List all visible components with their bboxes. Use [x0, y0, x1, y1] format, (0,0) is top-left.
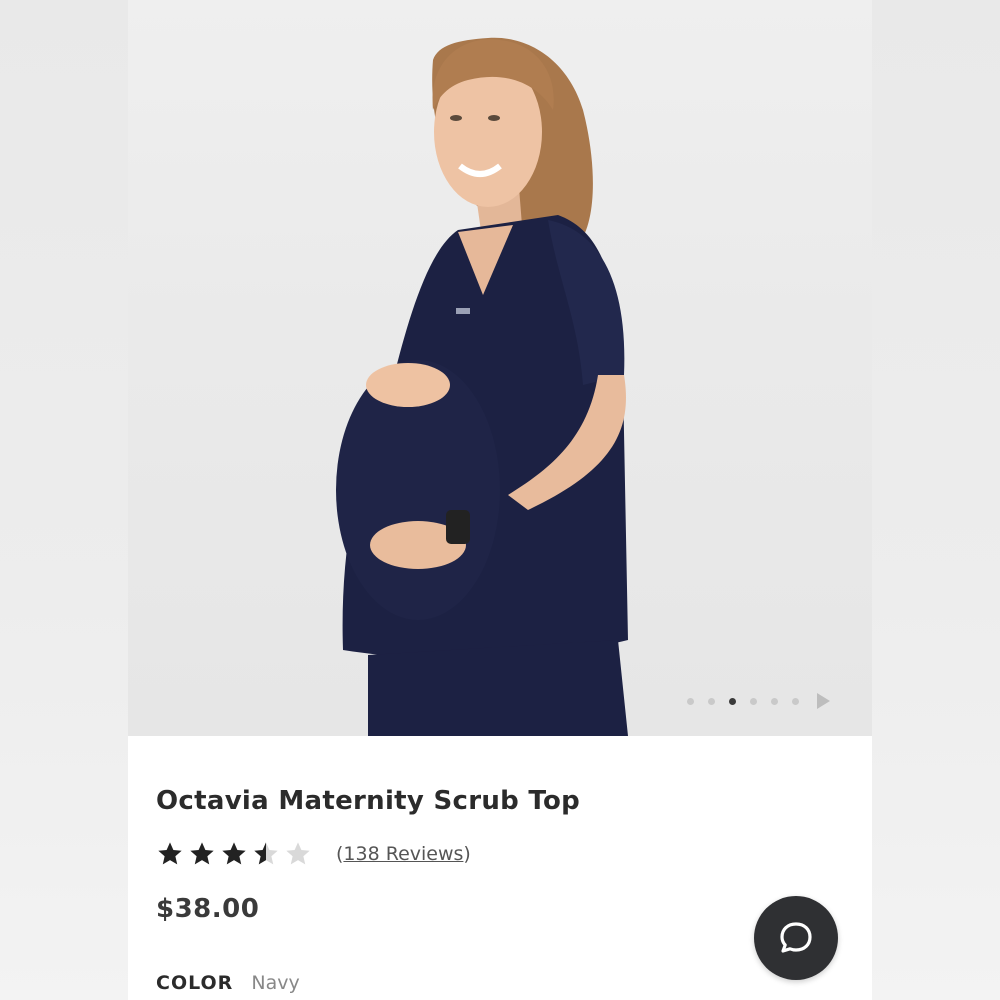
color-value: Navy: [251, 972, 300, 994]
gallery-pagination: [687, 693, 830, 709]
reviews-count: 138 Reviews: [343, 843, 464, 865]
product-price: $38.00: [156, 894, 260, 924]
product-info: Octavia Maternity Scrub Top (138 Reviews…: [128, 736, 872, 1000]
gallery-dot[interactable]: [687, 697, 694, 705]
star-full-icon: [158, 842, 182, 865]
gallery-dot-active[interactable]: [729, 697, 736, 705]
star-full-icon: [190, 842, 214, 865]
product-title: Octavia Maternity Scrub Top: [156, 786, 581, 816]
gallery-dot[interactable]: [771, 697, 778, 705]
reviews-link[interactable]: (138 Reviews): [336, 843, 471, 865]
reviews-close-paren: ): [463, 843, 471, 865]
rating-row: (138 Reviews): [156, 840, 471, 868]
color-label: COLOR: [156, 972, 234, 994]
color-selector: COLOR Navy: [156, 972, 300, 994]
backdrop-left: [0, 0, 128, 1000]
product-page: Octavia Maternity Scrub Top (138 Reviews…: [128, 0, 872, 1000]
star-half-icon: [254, 842, 278, 865]
star-rating: [156, 840, 312, 868]
backdrop-right: [872, 0, 1000, 1000]
play-triangle-icon[interactable]: [817, 693, 830, 709]
star-full-icon: [222, 842, 246, 865]
chat-button[interactable]: [754, 896, 838, 980]
chat-bubble-icon: [780, 922, 812, 953]
gallery-dot[interactable]: [750, 697, 757, 705]
product-image-gallery[interactable]: [128, 0, 872, 736]
gallery-dot[interactable]: [792, 697, 799, 705]
product-photo: [336, 37, 628, 736]
gallery-dot[interactable]: [708, 697, 715, 705]
star-empty-icon: [286, 842, 310, 865]
